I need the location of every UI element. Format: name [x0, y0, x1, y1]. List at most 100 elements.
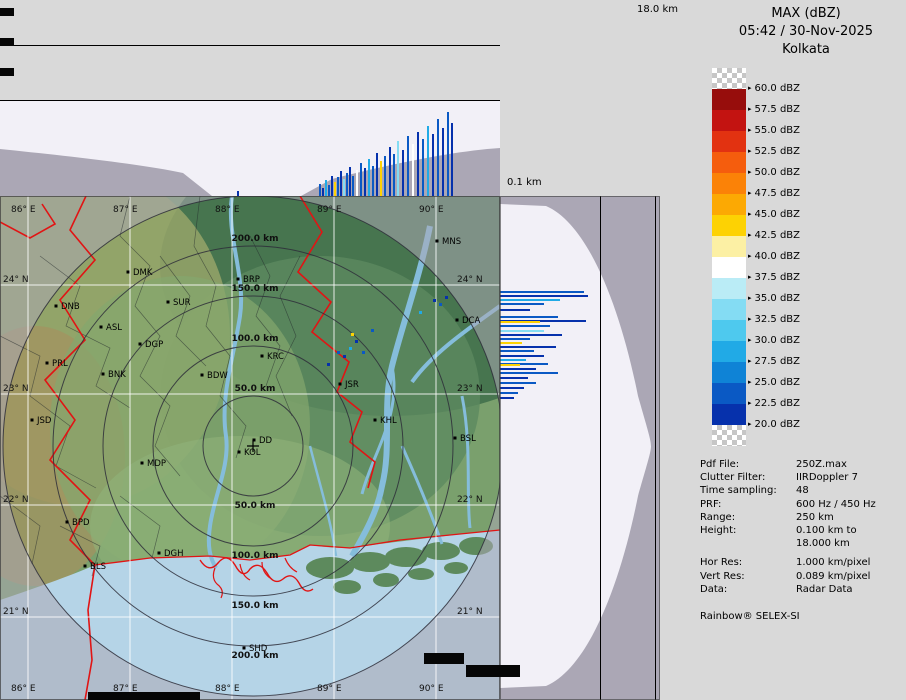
svg-text:DD: DD [259, 436, 273, 446]
metadata-row: Vert Res:0.089 km/pixel [700, 570, 906, 583]
svg-text:KRC: KRC [267, 352, 284, 362]
svg-text:23° N: 23° N [3, 384, 29, 394]
colorbar-band [712, 278, 746, 299]
colorbar-band [712, 299, 746, 320]
svg-text:150.0 km: 150.0 km [232, 601, 279, 611]
clipped-map-label [88, 692, 200, 700]
tick-arrow-icon: ▸ [748, 378, 752, 386]
height-axis-min-label: 0.1 km [507, 177, 542, 188]
svg-text:BPD: BPD [72, 518, 90, 528]
radar-site-name: Kolkata [700, 41, 906, 59]
tick-arrow-icon: ▸ [748, 105, 752, 113]
colorbar-tick-label: ▸25.0 dBZ [748, 376, 800, 389]
svg-text:100.0 km: 100.0 km [232, 551, 279, 561]
clipped-axis-label [0, 68, 14, 76]
clipped-map-label [424, 653, 464, 664]
colorbar-band [712, 362, 746, 383]
colorbar-tick-label: ▸52.5 dBZ [748, 145, 800, 158]
colorbar-band [712, 383, 746, 404]
svg-text:DGH: DGH [164, 549, 184, 559]
tick-arrow-icon: ▸ [748, 231, 752, 239]
svg-text:21° N: 21° N [457, 607, 483, 617]
tick-arrow-icon: ▸ [748, 420, 752, 428]
colorbar-tick-label: ▸32.5 dBZ [748, 313, 800, 326]
svg-text:50.0 km: 50.0 km [235, 384, 276, 394]
colorbar-band [712, 341, 746, 362]
metadata-row: Data:Radar Data [700, 583, 906, 596]
colorbar-band [712, 110, 746, 131]
radar-map: MNSDMKBRPSURDNBASLDGPKRCPRLBNKBDWJSRDCAJ… [0, 196, 500, 700]
radar-display-window: MNSDMKBRPSURDNBASLDGPKRCPRLBNKBDWJSRDCAJ… [0, 0, 906, 700]
svg-text:BSL: BSL [460, 434, 476, 444]
product-name: MAX (dBZ) [700, 5, 906, 23]
tick-arrow-icon: ▸ [748, 210, 752, 218]
svg-text:BNK: BNK [108, 370, 126, 380]
svg-text:SUR: SUR [173, 298, 191, 308]
svg-text:150.0 km: 150.0 km [232, 284, 279, 294]
svg-text:90° E: 90° E [419, 684, 444, 694]
svg-text:22° N: 22° N [3, 495, 29, 505]
colorbar-band [712, 404, 746, 425]
metadata-panel: Pdf File:250Z.maxClutter Filter:IIRDoppl… [700, 458, 906, 623]
tick-arrow-icon: ▸ [748, 399, 752, 407]
colorbar-band [712, 320, 746, 341]
svg-text:DGP: DGP [145, 340, 163, 350]
metadata-row: Hor Res:1.000 km/pixel [700, 556, 906, 569]
colorbar-tick-label: ▸45.0 dBZ [748, 208, 800, 221]
colorbar-tick-label: ▸27.5 dBZ [748, 355, 800, 368]
svg-text:24° N: 24° N [3, 275, 29, 285]
svg-text:86° E: 86° E [11, 684, 36, 694]
colorbar-tick-label: ▸35.0 dBZ [748, 292, 800, 305]
tick-arrow-icon: ▸ [748, 84, 752, 92]
colorbar-tick-label: ▸37.5 dBZ [748, 271, 800, 284]
svg-text:BLS: BLS [90, 562, 106, 572]
colorbar-tick-label: ▸57.5 dBZ [748, 103, 800, 116]
clipped-map-label [466, 665, 520, 677]
clipped-axis-label [0, 38, 14, 46]
colorbar-tick-label: ▸22.5 dBZ [748, 397, 800, 410]
top-cross-section-panel [0, 0, 500, 196]
colorbar-transparent-top [712, 68, 746, 89]
svg-text:PRL: PRL [52, 359, 68, 369]
svg-text:50.0 km: 50.0 km [235, 501, 276, 511]
metadata-row: PRF:600 Hz / 450 Hz [700, 498, 906, 511]
colorbar-tick-label: ▸42.5 dBZ [748, 229, 800, 242]
svg-text:24° N: 24° N [457, 275, 483, 285]
colorbar-band [712, 236, 746, 257]
colorbar-tick-label: ▸20.0 dBZ [748, 418, 800, 431]
svg-text:22° N: 22° N [457, 495, 483, 505]
colorbar [712, 68, 746, 446]
metadata-row: Height:0.100 km to [700, 524, 906, 537]
tick-arrow-icon: ▸ [748, 252, 752, 260]
colorbar-band [712, 89, 746, 110]
metadata-row: Pdf File:250Z.max [700, 458, 906, 471]
svg-text:89° E: 89° E [317, 205, 342, 215]
svg-text:90° E: 90° E [419, 205, 444, 215]
svg-text:100.0 km: 100.0 km [232, 334, 279, 344]
height-axis-max-label: 18.0 km [637, 4, 678, 15]
svg-text:KOL: KOL [244, 448, 261, 458]
svg-text:86° E: 86° E [11, 205, 36, 215]
svg-text:MNS: MNS [442, 237, 461, 247]
svg-text:23° N: 23° N [457, 384, 483, 394]
svg-text:DNB: DNB [61, 302, 80, 312]
colorbar-labels: ▸60.0 dBZ▸57.5 dBZ▸55.0 dBZ▸52.5 dBZ▸50.… [748, 68, 878, 468]
metadata-row: Clutter Filter:IIRDoppler 7 [700, 471, 906, 484]
svg-text:87° E: 87° E [113, 205, 138, 215]
svg-text:89° E: 89° E [317, 684, 342, 694]
colorbar-tick-label: ▸55.0 dBZ [748, 124, 800, 137]
tick-arrow-icon: ▸ [748, 336, 752, 344]
colorbar-transparent-bottom [712, 425, 746, 446]
side-cross-section-panel [500, 196, 660, 700]
colorbar-band [712, 194, 746, 215]
metadata-rows: Pdf File:250Z.maxClutter Filter:IIRDoppl… [700, 458, 906, 602]
tick-arrow-icon: ▸ [748, 189, 752, 197]
colorbar-tick-label: ▸30.0 dBZ [748, 334, 800, 347]
product-title-block: MAX (dBZ) 05:42 / 30-Nov-2025 Kolkata [700, 5, 906, 59]
tick-arrow-icon: ▸ [748, 315, 752, 323]
product-datetime: 05:42 / 30-Nov-2025 [700, 23, 906, 41]
colorbar-tick-label: ▸60.0 dBZ [748, 82, 800, 95]
svg-text:JSD: JSD [36, 416, 52, 426]
colorbar-band [712, 152, 746, 173]
svg-text:ASL: ASL [106, 323, 122, 333]
